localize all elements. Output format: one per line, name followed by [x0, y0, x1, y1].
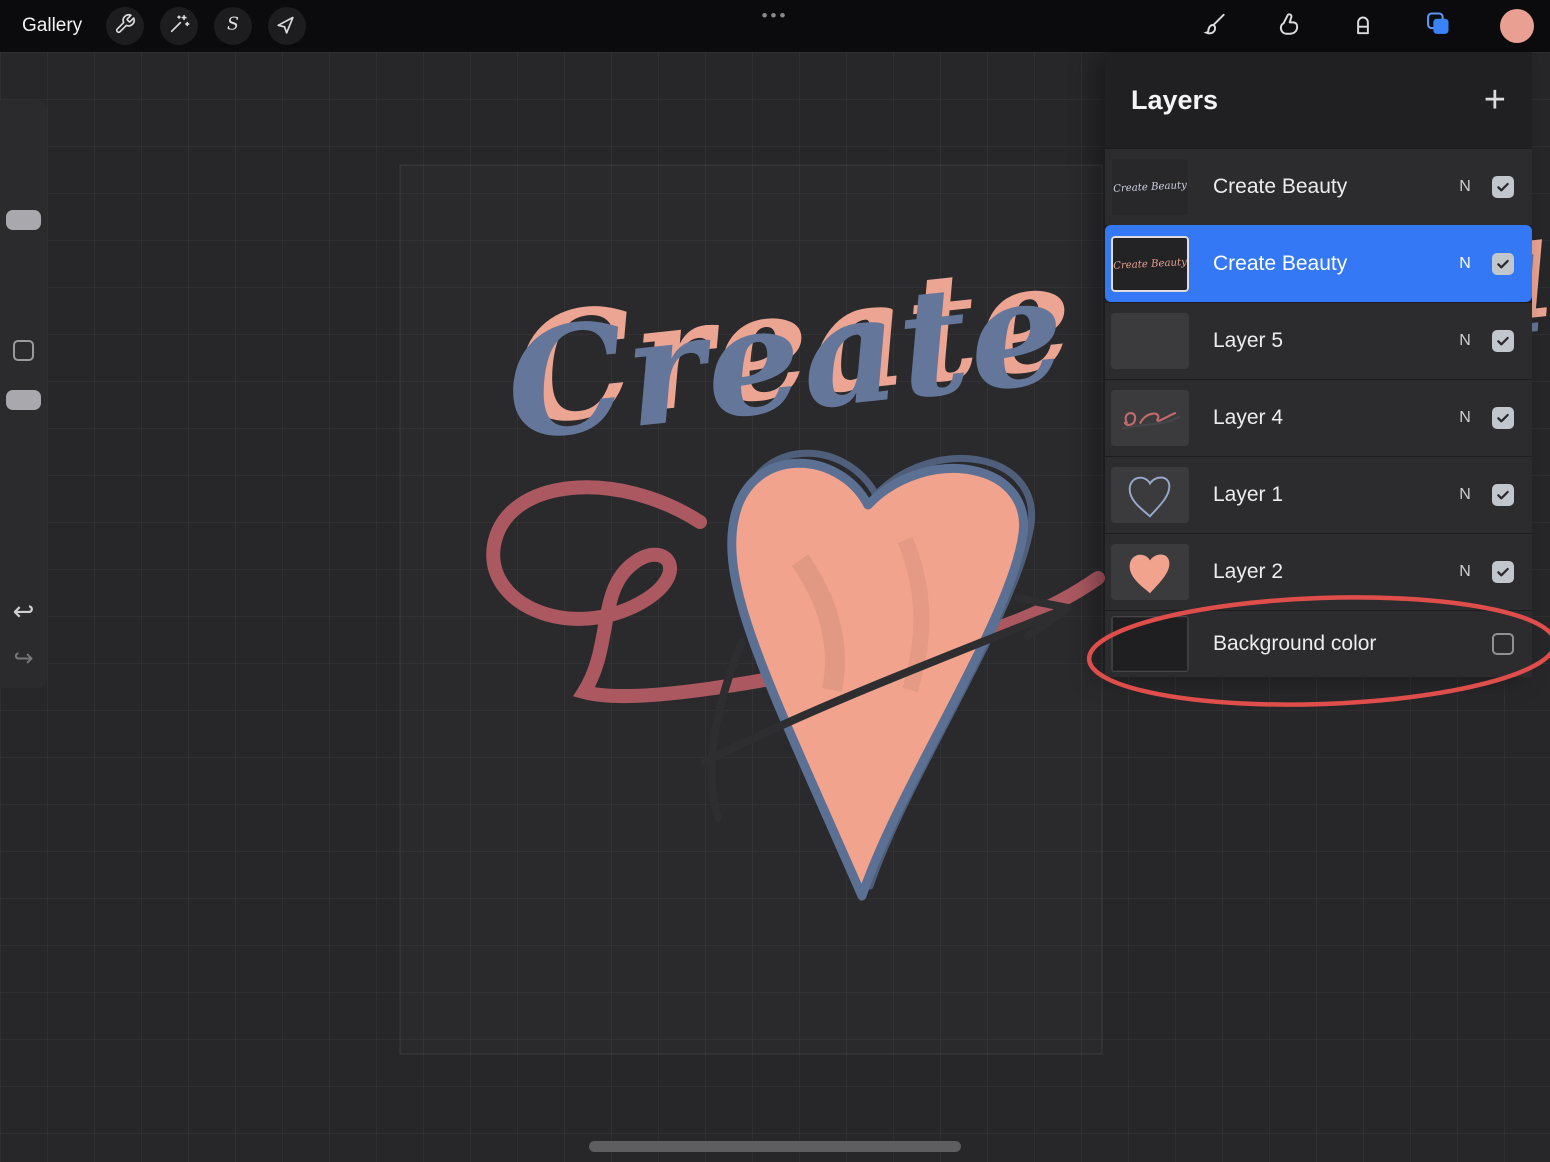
layers-panel-title: Layers	[1131, 85, 1218, 116]
redo-icon: ↪	[13, 645, 33, 672]
undo-icon: ↩	[13, 596, 35, 626]
blend-mode-button[interactable]: N	[1450, 255, 1480, 273]
layer-name: Layer 1	[1213, 483, 1450, 507]
layer-row[interactable]: Layer 2 N	[1105, 533, 1532, 610]
selection-button[interactable]: S	[214, 7, 252, 45]
blend-mode-button[interactable]: N	[1450, 409, 1480, 427]
layer-visibility-checkbox[interactable]	[1492, 253, 1514, 275]
adjustments-button[interactable]	[160, 7, 198, 45]
background-color-thumbnail[interactable]	[1111, 616, 1189, 672]
layer-visibility-checkbox[interactable]	[1492, 176, 1514, 198]
layer-row[interactable]: Layer 4 N	[1105, 379, 1532, 456]
layer-thumbnail[interactable]	[1111, 313, 1189, 369]
svg-text:S: S	[227, 14, 239, 34]
top-toolbar: Gallery S •••	[0, 0, 1550, 52]
layers-icon	[1424, 25, 1452, 42]
redo-button[interactable]: ↪	[0, 646, 47, 672]
smudge-icon	[1276, 24, 1302, 41]
layer-name: Create Beauty	[1213, 252, 1450, 276]
layer-visibility-checkbox[interactable]	[1492, 633, 1514, 655]
background-color-row[interactable]: Background color	[1105, 610, 1532, 677]
layer-thumbnail[interactable]	[1111, 544, 1189, 600]
opacity-slider[interactable]	[6, 390, 41, 410]
gallery-button[interactable]: Gallery	[22, 15, 82, 37]
transform-arrow-icon	[276, 13, 298, 40]
undo-button[interactable]: ↩	[0, 598, 47, 624]
selection-s-icon: S	[222, 13, 244, 40]
actions-button[interactable]	[106, 7, 144, 45]
background-color-label: Background color	[1213, 632, 1450, 656]
eraser-button[interactable]	[1350, 11, 1376, 42]
layers-button[interactable]	[1424, 10, 1452, 43]
modify-button[interactable]	[13, 340, 34, 361]
layer-visibility-checkbox[interactable]	[1492, 330, 1514, 352]
layers-panel: Layers + Create Beauty Create Beauty N C…	[1105, 52, 1532, 677]
blend-mode-button[interactable]: N	[1450, 563, 1480, 581]
color-swatch	[1500, 9, 1534, 43]
layer-row[interactable]: Layer 1 N	[1105, 456, 1532, 533]
layer-thumbnail[interactable]: Create Beauty	[1111, 159, 1189, 215]
blend-mode-button[interactable]: N	[1450, 486, 1480, 504]
layer-name: Layer 2	[1213, 560, 1450, 584]
layer-visibility-checkbox[interactable]	[1492, 484, 1514, 506]
layers-panel-header: Layers +	[1105, 52, 1532, 148]
blend-mode-button[interactable]: N	[1450, 332, 1480, 350]
magic-wand-icon	[168, 13, 190, 40]
layer-visibility-checkbox[interactable]	[1492, 561, 1514, 583]
blend-mode-button[interactable]: N	[1450, 178, 1480, 196]
layer-name: Layer 5	[1213, 329, 1450, 353]
add-layer-button[interactable]: +	[1484, 81, 1506, 119]
layer-thumbnail[interactable]	[1111, 467, 1189, 523]
smudge-button[interactable]	[1276, 11, 1302, 42]
transform-button[interactable]	[268, 7, 306, 45]
home-indicator[interactable]	[589, 1141, 961, 1152]
layer-rows: Create Beauty Create Beauty N Create Bea…	[1105, 148, 1532, 677]
sidebar-tools: ↩ ↪	[0, 100, 47, 688]
color-button[interactable]	[1500, 9, 1534, 43]
wrench-icon	[114, 13, 136, 40]
layer-row[interactable]: Create Beauty Create Beauty N	[1105, 225, 1532, 302]
brush-size-slider[interactable]	[6, 210, 41, 230]
layer-thumbnail[interactable]	[1111, 390, 1189, 446]
brush-icon	[1202, 24, 1228, 41]
layer-name: Create Beauty	[1213, 175, 1450, 199]
layer-row[interactable]: Create Beauty Create Beauty N	[1105, 148, 1532, 225]
layer-name: Layer 4	[1213, 406, 1450, 430]
layer-row[interactable]: Layer 5 N	[1105, 302, 1532, 379]
brush-button[interactable]	[1202, 11, 1228, 42]
layer-thumbnail[interactable]: Create Beauty	[1111, 236, 1189, 292]
layer-visibility-checkbox[interactable]	[1492, 407, 1514, 429]
eraser-icon	[1350, 24, 1376, 41]
